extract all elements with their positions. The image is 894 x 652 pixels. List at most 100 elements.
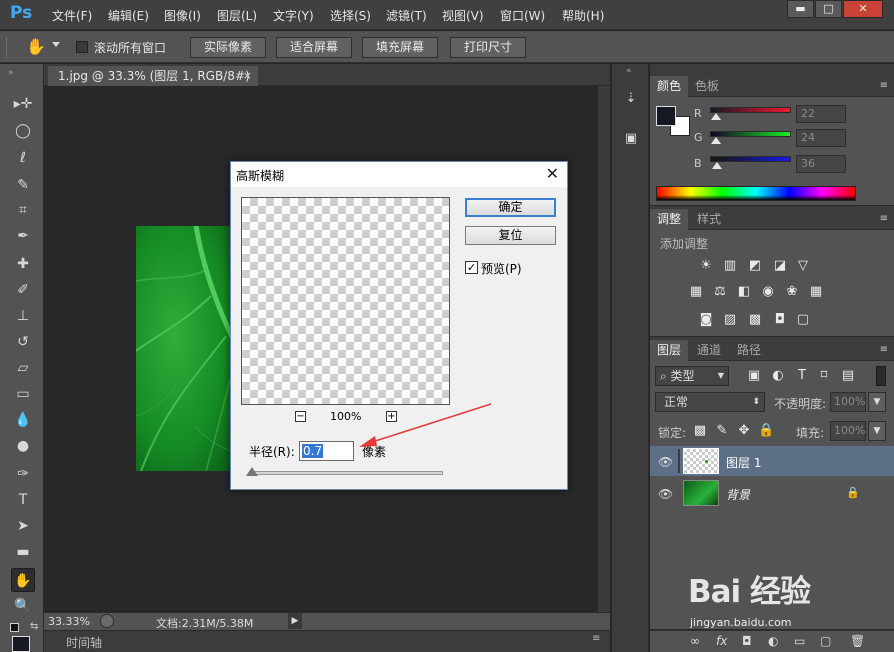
radius-slider-thumb[interactable] — [246, 467, 258, 476]
invert-icon[interactable]: ◙ — [698, 313, 714, 327]
options-grip[interactable] — [6, 37, 9, 58]
fill-field[interactable]: 100% — [830, 421, 866, 441]
panel-menu-icon[interactable]: ≡ — [880, 213, 888, 224]
tab-styles[interactable]: 样式 — [690, 209, 728, 230]
green-slider[interactable] — [710, 131, 791, 137]
blue-value-field[interactable]: 36 — [796, 155, 846, 173]
red-value-field[interactable]: 22 — [796, 105, 846, 123]
lock-all-icon[interactable]: 🔒 — [758, 424, 774, 438]
layer-name[interactable]: 背景 — [726, 486, 750, 503]
lock-image-icon[interactable]: ✎ — [714, 424, 730, 438]
print-size-button[interactable]: 打印尺寸 — [450, 37, 526, 58]
tab-adjustments[interactable]: 调整 — [650, 209, 689, 230]
zoom-out-button[interactable]: − — [295, 411, 306, 422]
document-tab[interactable]: 1.jpg @ 33.3% (图层 1, RGB/8#) * × — [48, 66, 258, 103]
opacity-field[interactable]: 100% — [830, 392, 866, 412]
menu-layer[interactable]: 图层(L) — [217, 7, 257, 24]
ok-button[interactable]: 确定 — [465, 198, 556, 217]
hand-tool-preset-icon[interactable]: ✋ — [26, 37, 48, 57]
posterize-icon[interactable]: ▨ — [722, 313, 738, 327]
fill-screen-button[interactable]: 填充屏幕 — [362, 37, 438, 58]
blue-slider-thumb[interactable] — [712, 162, 722, 169]
filter-preview-window[interactable] — [241, 197, 450, 405]
filter-smart-object-icon[interactable]: ▤ — [840, 369, 856, 383]
status-info-icon[interactable] — [100, 614, 114, 628]
brush-tool-icon[interactable]: ✐ — [11, 278, 35, 302]
menu-edit[interactable]: 编辑(E) — [108, 7, 149, 24]
eye-icon[interactable]: 👁 — [658, 455, 673, 469]
status-menu-arrow-icon[interactable]: ▶ — [288, 613, 302, 629]
green-value-field[interactable]: 24 — [796, 129, 846, 147]
close-icon[interactable]: ✕ — [546, 164, 559, 183]
pen-tool-icon[interactable]: ✑ — [11, 462, 35, 486]
tab-layers[interactable]: 图层 — [650, 340, 689, 361]
brightness-contrast-icon[interactable]: ☀ — [698, 259, 714, 273]
channel-mixer-icon[interactable]: ❀ — [784, 285, 800, 299]
tab-swatches[interactable]: 色板 — [688, 76, 726, 97]
close-button[interactable]: ✕ — [843, 0, 883, 18]
layer-row[interactable]: 👁 背景 🔒 — [650, 478, 894, 508]
rectangle-tool-icon[interactable]: ▬ — [11, 540, 35, 564]
reset-button[interactable]: 复位 — [465, 226, 556, 245]
tab-paths[interactable]: 路径 — [730, 340, 768, 361]
exposure-icon[interactable]: ◪ — [772, 259, 788, 273]
dialog-titlebar[interactable]: 高斯模糊 ✕ — [231, 162, 567, 187]
mask-icon[interactable]: ◘ — [742, 634, 752, 648]
crop-tool-icon[interactable]: ⌗ — [11, 198, 35, 222]
zoom-tool-icon[interactable]: 🔍 — [11, 594, 35, 618]
collapse-toolbar-icon[interactable]: » — [8, 68, 14, 78]
layer-thumbnail[interactable] — [683, 448, 719, 474]
blur-tool-icon[interactable]: 💧 — [11, 408, 35, 432]
layer-name[interactable]: 图层 1 — [726, 454, 761, 471]
scroll-all-windows-checkbox[interactable] — [76, 41, 88, 53]
dodge-tool-icon[interactable]: ● — [11, 434, 35, 458]
menu-help[interactable]: 帮助(H) — [562, 7, 604, 24]
photo-filter-icon[interactable]: ◉ — [760, 285, 776, 299]
menu-select[interactable]: 选择(S) — [330, 7, 371, 24]
timeline-tab[interactable]: 时间轴 — [66, 634, 102, 651]
black-white-icon[interactable]: ◧ — [736, 285, 752, 299]
lock-transparent-icon[interactable]: ▩ — [692, 424, 708, 438]
lasso-tool-icon[interactable]: ℓ — [11, 146, 35, 170]
history-panel-icon[interactable]: ⇣ — [620, 88, 642, 110]
color-spectrum-ramp[interactable] — [656, 186, 856, 201]
link-icon[interactable]: ∞ — [690, 634, 700, 648]
hand-tool-icon[interactable]: ✋ — [11, 568, 35, 592]
menu-filter[interactable]: 滤镜(T) — [386, 7, 427, 24]
menu-image[interactable]: 图像(I) — [164, 7, 201, 24]
panel-menu-icon[interactable]: ≡ — [592, 633, 600, 644]
actual-pixels-button[interactable]: 实际像素 — [190, 37, 266, 58]
quick-selection-tool-icon[interactable]: ✎ — [11, 173, 35, 197]
hue-saturation-icon[interactable]: ▦ — [688, 285, 704, 299]
gradient-tool-icon[interactable]: ▭ — [11, 382, 35, 406]
layer-row[interactable]: 👁 图层 1 — [650, 446, 894, 476]
curves-icon[interactable]: ◩ — [747, 259, 763, 273]
green-slider-thumb[interactable] — [711, 137, 721, 144]
opacity-dropdown-icon[interactable]: ▼ — [868, 392, 886, 412]
history-brush-tool-icon[interactable]: ↺ — [11, 330, 35, 354]
tab-color[interactable]: 颜色 — [650, 76, 689, 97]
blue-slider[interactable] — [710, 156, 791, 162]
foreground-color-swatch[interactable] — [12, 636, 30, 652]
maximize-button[interactable]: □ — [815, 0, 842, 18]
foreground-color-swatch-panel[interactable] — [656, 106, 676, 126]
path-selection-tool-icon[interactable]: ➤ — [11, 514, 35, 538]
trash-icon[interactable]: 🗑 — [850, 634, 865, 648]
default-colors-icon[interactable] — [10, 623, 19, 632]
fit-screen-button[interactable]: 适合屏幕 — [276, 37, 352, 58]
close-icon[interactable]: × — [243, 66, 252, 86]
clone-stamp-tool-icon[interactable]: ⊥ — [11, 304, 35, 328]
gradient-map-icon[interactable]: ◘ — [772, 313, 788, 327]
layer-filter-kind-select[interactable]: ⌕ 类型 ▼ — [655, 366, 729, 386]
eyedropper-tool-icon[interactable]: ✒ — [11, 224, 35, 248]
panel-menu-icon[interactable]: ≡ — [880, 80, 888, 91]
swap-colors-icon[interactable]: ⇆ — [30, 621, 38, 632]
menu-window[interactable]: 窗口(W) — [500, 7, 545, 24]
color-lookup-icon[interactable]: ▦ — [808, 285, 824, 299]
filter-pixel-icon[interactable]: ▣ — [746, 369, 762, 383]
menu-file[interactable]: 文件(F) — [52, 7, 92, 24]
levels-icon[interactable]: ▥ — [722, 259, 738, 273]
expand-panels-icon[interactable]: « — [626, 66, 632, 76]
vibrance-icon[interactable]: ▽ — [795, 259, 811, 273]
group-icon[interactable]: ▭ — [794, 634, 805, 648]
